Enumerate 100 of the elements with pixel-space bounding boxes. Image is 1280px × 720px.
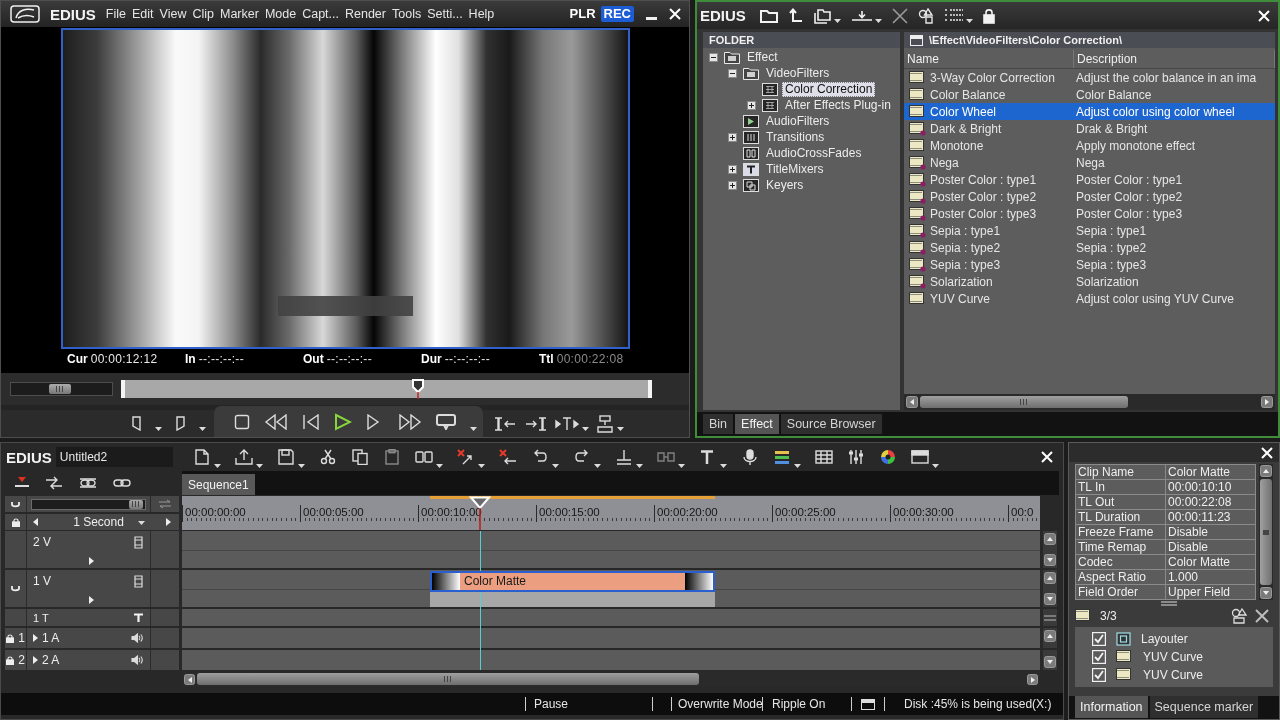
caret-icon[interactable] xyxy=(593,464,601,468)
effect-row[interactable]: Color Balance Color Balance xyxy=(904,86,1275,103)
minus-box-icon[interactable] xyxy=(709,52,718,62)
caret-icon[interactable] xyxy=(965,19,973,23)
menu-item[interactable]: Render xyxy=(345,7,386,21)
right-arrow-icon[interactable] xyxy=(166,518,171,526)
scroll-thumb[interactable] xyxy=(920,396,1128,408)
scroll-down-icon[interactable] xyxy=(1044,656,1056,668)
stop-icon[interactable] xyxy=(234,413,250,430)
stacked-bars-icon[interactable] xyxy=(772,449,791,465)
u-shape-icon[interactable] xyxy=(11,585,20,592)
floppy-icon[interactable] xyxy=(276,449,295,465)
filter-name[interactable]: YUV Curve xyxy=(1143,668,1204,682)
effect-row[interactable]: Sepia : type3 Sepia : type3 xyxy=(904,256,1275,273)
scroll-left-icon[interactable] xyxy=(906,396,918,408)
x-icon[interactable] xyxy=(891,7,908,24)
scroll-up-icon[interactable] xyxy=(1044,533,1056,545)
effect-row[interactable]: Dark & Bright Drak & Bright xyxy=(904,120,1275,137)
menu-item[interactable]: View xyxy=(159,7,187,21)
split-marker-icon[interactable] xyxy=(555,415,579,432)
speaker-icon[interactable] xyxy=(131,633,143,643)
x-left-arrow-icon[interactable] xyxy=(498,449,517,465)
caret-icon[interactable] xyxy=(677,464,685,468)
page-icon[interactable] xyxy=(192,449,211,465)
caret-icon[interactable] xyxy=(833,19,841,23)
padlock-icon[interactable] xyxy=(11,517,20,527)
effect-row[interactable]: Color Wheel Adjust color using color wheel xyxy=(904,103,1275,120)
checkbox[interactable] xyxy=(1092,650,1106,664)
folder-icon[interactable] xyxy=(759,8,778,23)
column-header[interactable]: Name xyxy=(904,52,939,66)
tab[interactable]: Source Browser xyxy=(780,414,882,434)
effect-row[interactable]: Solarization Solarization xyxy=(904,273,1275,290)
padlock-icon[interactable] xyxy=(982,7,995,24)
effect-row[interactable]: Poster Color : type1 Poster Color : type1 xyxy=(904,171,1275,188)
plus-box-icon[interactable] xyxy=(747,100,756,110)
menu-item[interactable]: Help xyxy=(468,7,495,21)
project-name-field[interactable]: Untitled2 xyxy=(55,447,173,467)
x-arrow-icon[interactable] xyxy=(456,449,475,465)
u-shape-icon[interactable] xyxy=(11,500,20,508)
tray-arrow-icon[interactable] xyxy=(234,449,253,465)
double-loop-icon[interactable] xyxy=(78,476,98,490)
menu-item[interactable]: Setti... xyxy=(427,7,463,21)
caret-icon[interactable] xyxy=(719,464,727,468)
window-icon[interactable] xyxy=(910,449,929,465)
close-icon[interactable] xyxy=(1255,609,1269,623)
padlock-icon[interactable] xyxy=(6,633,15,643)
grip-icon[interactable] xyxy=(1044,614,1056,621)
folder-label[interactable]: Color Correction xyxy=(782,81,876,97)
film-strip-icon[interactable] xyxy=(134,535,143,549)
double-frame-icon[interactable] xyxy=(414,449,433,465)
folder-label[interactable]: TitleMixers xyxy=(763,161,827,177)
caret-icon[interactable] xyxy=(213,464,221,468)
folder-label[interactable]: VideoFilters xyxy=(763,65,833,81)
caret-icon[interactable] xyxy=(155,427,162,431)
shapes-icon[interactable] xyxy=(917,7,934,24)
fast-forward-icon[interactable] xyxy=(398,413,422,430)
expand-arrow-icon[interactable] xyxy=(89,557,94,565)
scroll-right-icon[interactable] xyxy=(1261,396,1273,408)
menu-item[interactable]: File xyxy=(105,7,126,21)
shapes-icon[interactable] xyxy=(1231,608,1247,624)
flag-icon[interactable] xyxy=(132,416,141,431)
menu-item[interactable]: Edit xyxy=(132,7,154,21)
effect-row[interactable]: Sepia : type1 Sepia : type1 xyxy=(904,222,1275,239)
effect-row[interactable]: Poster Color : type2 Poster Color : type2 xyxy=(904,188,1275,205)
expand-arrow-icon[interactable] xyxy=(33,634,38,642)
scroll-up-icon[interactable] xyxy=(1260,465,1272,477)
bracket-arrow-icon[interactable] xyxy=(493,415,517,432)
menu-item[interactable]: Clip xyxy=(192,7,214,21)
playhead-handle[interactable] xyxy=(410,379,425,399)
microphone-icon[interactable] xyxy=(740,449,759,465)
grip-icon[interactable] xyxy=(1161,601,1177,606)
sliders-icon[interactable] xyxy=(846,449,865,465)
effect-row[interactable]: Poster Color : type3 Poster Color : type3 xyxy=(904,205,1275,222)
expand-arrow-icon[interactable] xyxy=(33,656,38,664)
effect-row[interactable]: Sepia : type2 Sepia : type2 xyxy=(904,239,1275,256)
effect-row[interactable]: YUV Curve Adjust color using YUV Curve xyxy=(904,290,1275,307)
split-line-icon[interactable] xyxy=(614,449,633,465)
scroll-up-icon[interactable] xyxy=(1044,630,1056,642)
effect-row[interactable]: Nega Nega xyxy=(904,154,1275,171)
plus-box-icon[interactable] xyxy=(728,164,737,174)
mode-button[interactable]: REC xyxy=(600,6,634,22)
plus-box-icon[interactable] xyxy=(728,180,737,190)
checkbox[interactable] xyxy=(1092,668,1106,682)
speaker-icon[interactable] xyxy=(131,655,143,665)
caret-icon[interactable] xyxy=(255,464,263,468)
effect-row[interactable]: Monotone Apply monotone effect xyxy=(904,137,1275,154)
up-arrow-icon[interactable] xyxy=(787,8,802,23)
color-wheel-icon[interactable] xyxy=(878,449,897,465)
scroll-left-icon[interactable] xyxy=(184,673,195,685)
caret-icon[interactable] xyxy=(931,464,939,468)
stack-icon[interactable] xyxy=(596,414,614,433)
folder-label[interactable]: After Effects Plug-in xyxy=(782,97,894,113)
scroll-right-icon[interactable] xyxy=(1027,673,1038,685)
clip-gap-icon[interactable] xyxy=(656,449,675,465)
caret-icon[interactable] xyxy=(297,464,305,468)
minus-box-icon[interactable] xyxy=(728,68,737,78)
menu-item[interactable]: Marker xyxy=(219,7,259,21)
folder-label[interactable]: AudioCrossFades xyxy=(763,145,865,161)
shuttle-slider-track[interactable] xyxy=(10,382,113,396)
caret-icon[interactable] xyxy=(470,427,477,431)
